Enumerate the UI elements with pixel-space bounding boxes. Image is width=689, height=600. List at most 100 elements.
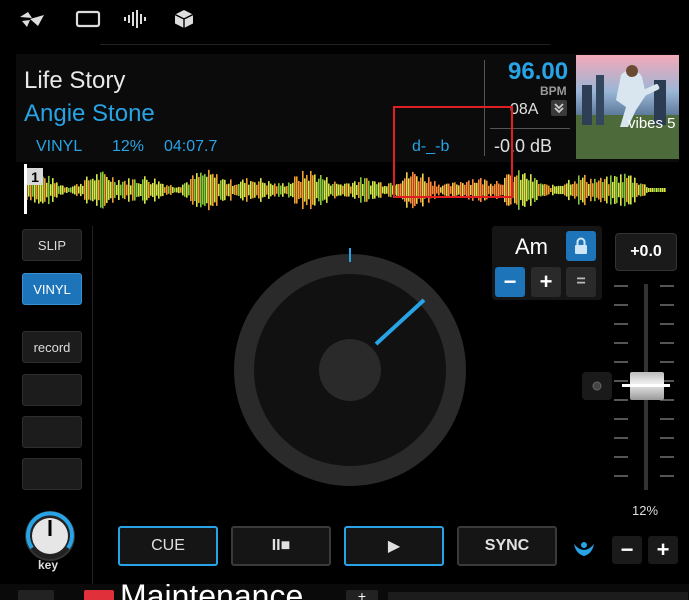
waveform-bar: [216, 174, 218, 206]
waveform-bar: [88, 180, 90, 200]
waveform-bar: [382, 186, 384, 194]
waveform-bar: [592, 183, 594, 197]
waveform-bar: [360, 177, 362, 203]
pitch-value[interactable]: +0.0: [615, 233, 677, 271]
key-minus-button[interactable]: −: [495, 267, 525, 297]
waveform-bar: [532, 181, 534, 199]
pitch-tick: [660, 304, 674, 306]
empty-button-1[interactable]: [22, 374, 82, 406]
waveform-bar: [346, 183, 348, 197]
record-button[interactable]: record: [22, 331, 82, 363]
slip-button[interactable]: SLIP: [22, 229, 82, 261]
waveform-bar: [222, 179, 224, 201]
key-knob[interactable]: [22, 508, 78, 564]
waveform-bar: [52, 178, 54, 202]
waveform-bar: [250, 181, 252, 199]
empty-button-3[interactable]: [22, 458, 82, 490]
window-icon[interactable]: [74, 6, 102, 32]
waveform-bar: [604, 179, 606, 201]
sync-button[interactable]: SYNC: [457, 526, 557, 566]
add-folder-button[interactable]: +: [346, 589, 378, 600]
waveform-bar: [614, 176, 616, 204]
waveform-bar: [32, 183, 34, 197]
key-reset-button[interactable]: =: [566, 267, 596, 297]
waveform-bar: [68, 188, 70, 192]
waveform-bar: [198, 176, 200, 204]
waveform-bar: [146, 179, 148, 201]
pitch-minus-button[interactable]: −: [612, 536, 642, 564]
waveform-bar: [124, 180, 126, 200]
play-button[interactable]: ▶: [344, 526, 444, 566]
pitch-tick: [660, 285, 674, 287]
waveform-bar: [268, 181, 270, 199]
waveform-bar: [548, 185, 550, 195]
waveform-bar: [242, 179, 244, 201]
waveform-bar: [356, 185, 358, 195]
vinyl-button[interactable]: VINYL: [22, 273, 82, 305]
waveform-bar: [586, 181, 588, 199]
logo-icon[interactable]: [18, 6, 46, 32]
waveform-bar: [286, 185, 288, 195]
waveform-bar: [546, 184, 548, 196]
browser-button[interactable]: [18, 590, 54, 600]
waveform-bar: [224, 179, 226, 201]
waveform-bar: [654, 188, 656, 192]
waveform-bar: [110, 181, 112, 199]
waveform-bar: [270, 183, 272, 197]
waveform-bar: [236, 184, 238, 196]
waveform-bar: [324, 180, 326, 200]
waveform-bar: [294, 176, 296, 204]
folder-title: Maintenance: [120, 584, 303, 600]
waveform-bar: [384, 185, 386, 195]
cue-button[interactable]: CUE: [118, 526, 218, 566]
waveform-bar: [126, 184, 128, 196]
lock-icon: [575, 237, 587, 254]
waveform-bar: [358, 181, 360, 199]
waveform-bar: [322, 179, 324, 201]
waveform-bar: [190, 178, 192, 202]
waveform-bar: [632, 182, 634, 198]
waveform-bar: [204, 174, 206, 206]
waveform-bar: [336, 183, 338, 197]
pause-button[interactable]: II■: [231, 526, 331, 566]
waveform-bar: [562, 185, 564, 195]
pitch-center-button[interactable]: [582, 372, 612, 400]
pitch-plus-button[interactable]: +: [648, 536, 678, 564]
waveform-bar: [188, 184, 190, 196]
waveform-bar: [296, 176, 298, 204]
cube-icon[interactable]: [170, 6, 198, 32]
waveform-bar: [568, 179, 570, 201]
waveform-bar: [544, 184, 546, 196]
key-dropdown-icon[interactable]: [551, 100, 567, 116]
waveform-bar: [520, 179, 522, 201]
waveform-bar: [594, 178, 596, 202]
jog-wheel[interactable]: [224, 244, 476, 496]
pitch-tick: [614, 399, 628, 401]
pitch-tick: [614, 285, 628, 287]
pitch-tick: [614, 304, 628, 306]
waveform-bar: [170, 185, 172, 195]
waveform-bar: [44, 178, 46, 202]
waveform-bar: [522, 174, 524, 206]
waveform-bar: [62, 185, 64, 195]
waveform-bar: [78, 186, 80, 194]
waveform-bar: [292, 182, 294, 198]
key-lock-button[interactable]: [566, 231, 596, 261]
waveform-overview[interactable]: [16, 164, 679, 216]
waveform-bar: [66, 187, 68, 193]
cue-marker[interactable]: 1: [27, 168, 43, 185]
empty-button-2[interactable]: [22, 416, 82, 448]
waveform-bar: [160, 183, 162, 197]
waveform-bar: [330, 185, 332, 195]
key-plus-button[interactable]: +: [531, 267, 561, 297]
waveform-bar: [82, 185, 84, 195]
sync-settings-icon[interactable]: [570, 538, 598, 560]
waveform-bar: [558, 185, 560, 195]
waveform-bar: [364, 178, 366, 202]
waveform-bar: [338, 184, 340, 196]
waveform-bar: [284, 186, 286, 194]
waveform-bar: [114, 182, 116, 198]
waveform-bar: [542, 184, 544, 196]
waveform-bar: [80, 183, 82, 197]
waveform-icon[interactable]: [122, 6, 150, 32]
